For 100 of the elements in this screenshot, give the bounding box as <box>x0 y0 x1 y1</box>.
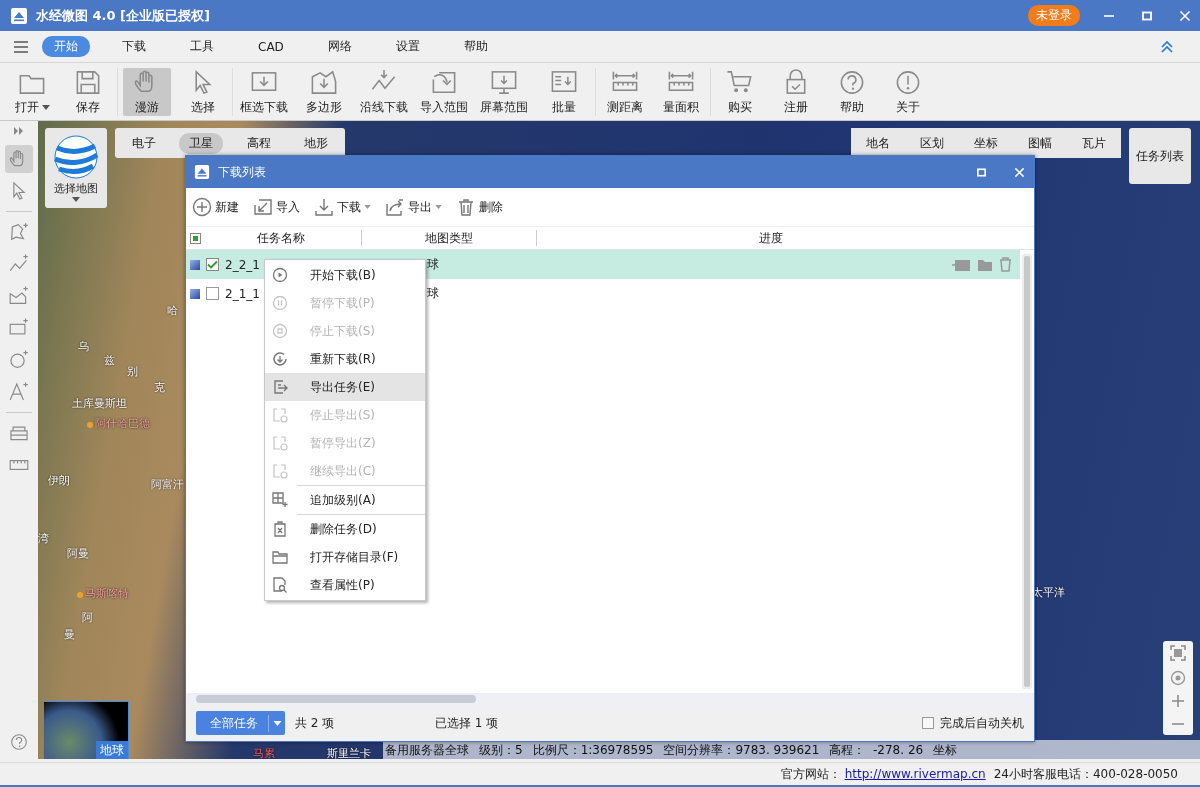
redownload-icon <box>272 351 288 367</box>
polygon-add-icon <box>8 221 30 243</box>
app-logo-icon <box>194 164 210 180</box>
auto-shutdown-checkbox[interactable] <box>922 717 934 729</box>
stop-circle-icon <box>272 323 288 339</box>
task-list-button[interactable]: 任务列表 <box>1129 128 1191 184</box>
toolbar-button[interactable]: 导入范围 <box>418 67 470 116</box>
close-icon <box>1179 9 1191 22</box>
dialog-toolbar-button[interactable]: 新建 <box>192 194 239 220</box>
menu-tab[interactable]: 工具 <box>178 36 226 57</box>
menu-tab[interactable]: CAD <box>246 37 296 56</box>
toolbar-button[interactable]: 帮助 <box>828 67 876 116</box>
status-text: 高程： -278. 26 <box>829 741 924 759</box>
trash-icon[interactable] <box>999 257 1012 272</box>
checkbox-label: 完成后自动关机 <box>940 714 1024 732</box>
locate-icon[interactable] <box>1170 669 1186 686</box>
row-checkbox[interactable] <box>206 258 219 271</box>
menu-tab[interactable]: 帮助 <box>451 36 500 57</box>
context-menu-item[interactable]: 打开存储目录(F) <box>265 543 425 571</box>
map-overlay-tab[interactable]: 瓦片 <box>1082 134 1106 152</box>
toolbar-button[interactable]: 屏幕范围 <box>478 67 530 116</box>
capital-dot-icon <box>87 422 93 428</box>
play-circle-icon <box>272 267 288 283</box>
toolbar-button[interactable]: 选择 <box>179 67 227 116</box>
app-logo-icon <box>10 6 28 25</box>
export-image-icon[interactable] <box>951 257 971 272</box>
text-add-icon <box>8 381 30 403</box>
export-stop-icon <box>272 407 288 423</box>
dialog-toolbar-button[interactable]: 下载 <box>314 194 371 220</box>
circle-add-icon <box>8 349 30 371</box>
menu-tab[interactable]: 开始 <box>42 36 90 57</box>
map-layer-tab[interactable]: 电子 <box>121 132 166 154</box>
column-header[interactable]: 地图类型 <box>362 230 537 246</box>
website-link[interactable]: http://www.rivermap.cn <box>844 767 986 781</box>
dialog-toolbar-button[interactable]: 导入 <box>253 194 300 220</box>
pause-circle-icon <box>272 295 288 311</box>
map-label: 阿什哈巴德 <box>95 416 150 431</box>
map-layer-tab[interactable]: 高程 <box>236 132 281 154</box>
minimap-label: 地球 <box>96 741 128 759</box>
map-label: 曼 <box>64 627 75 642</box>
context-menu-item[interactable]: 导出任务(E) <box>265 373 425 401</box>
map-label: 斯里兰卡 <box>327 746 371 759</box>
support-phone: 24小时客服电话：400-028-0050 <box>993 765 1178 783</box>
dialog-toolbar-button[interactable]: 导出 <box>385 194 442 220</box>
collapse-ribbon-icon[interactable] <box>1160 39 1174 54</box>
column-header[interactable]: 进度 <box>537 230 1004 246</box>
menu-tab[interactable]: 网络 <box>315 36 364 57</box>
toolbar-button[interactable]: 框选下载 <box>238 67 290 116</box>
expand-icon[interactable] <box>14 127 24 135</box>
toolbar-button[interactable]: 购买 <box>716 67 764 116</box>
caret-icon <box>272 720 282 726</box>
toolbar-button[interactable]: 漫游 <box>123 67 171 116</box>
context-menu-item[interactable]: 查看属性(P) <box>265 571 425 599</box>
map-label: 马斯喀特 <box>85 586 129 601</box>
select-all-checkbox[interactable] <box>190 232 201 244</box>
zoom-in-icon[interactable] <box>1171 694 1185 709</box>
vertical-scrollbar[interactable] <box>1022 254 1032 689</box>
choose-map-button[interactable]: 选择地图 <box>45 128 107 208</box>
row-checkbox[interactable] <box>206 287 219 300</box>
map-overlay-tab[interactable]: 区划 <box>920 134 944 152</box>
map-overlay-tab[interactable]: 地名 <box>866 134 890 152</box>
folder-icon[interactable] <box>977 257 993 272</box>
delete-task-icon <box>272 521 288 537</box>
map-layer-tab[interactable]: 地形 <box>294 132 339 154</box>
toolbar-button[interactable]: 测距离 <box>601 67 649 116</box>
check-icon <box>207 260 218 269</box>
help-icon[interactable] <box>9 732 29 752</box>
close-icon <box>1013 166 1025 178</box>
task-filter-dropdown[interactable]: 全部任务 <box>196 711 285 735</box>
table-cell[interactable]: 2_1_1 <box>225 286 265 301</box>
context-menu-item[interactable]: 删除任务(D) <box>265 515 425 543</box>
status-text: 空间分辨率：9783. 939621 <box>663 741 820 759</box>
toolbar-button[interactable]: 关于 <box>884 67 932 116</box>
toolbar-button[interactable]: 沿线下载 <box>358 67 410 116</box>
toolbar-button[interactable]: 量面积 <box>657 67 705 116</box>
column-header[interactable]: 任务名称 <box>201 230 362 246</box>
caret-icon <box>72 197 80 202</box>
menu-tab[interactable]: 下载 <box>110 36 158 57</box>
globe-icon <box>53 134 99 180</box>
menu-tab[interactable]: 设置 <box>383 36 432 57</box>
toolbar-button[interactable]: 注册 <box>772 67 820 116</box>
status-text: 比例尺：1:36978595 <box>532 741 654 759</box>
toolbar-button[interactable]: 批量 <box>538 67 590 116</box>
toolbar-button[interactable]: 打开 <box>8 67 56 116</box>
map-label: 土库曼斯坦 <box>72 396 127 411</box>
area-add-icon <box>8 285 30 307</box>
context-menu-item[interactable]: 追加级别(A) <box>265 486 425 514</box>
map-layer-tab[interactable]: 卫星 <box>179 132 224 154</box>
horizontal-scrollbar[interactable] <box>186 693 1034 705</box>
dialog-toolbar-button[interactable]: 删除 <box>456 194 503 220</box>
map-overlay-tab[interactable]: 图幅 <box>1028 134 1052 152</box>
fullscreen-icon[interactable] <box>1170 645 1186 662</box>
map-tool-button[interactable] <box>5 145 33 173</box>
map-label: 克 <box>154 380 165 395</box>
context-menu-item[interactable]: 重新下载(R) <box>265 345 425 373</box>
map-overlay-tab[interactable]: 坐标 <box>974 134 998 152</box>
export-document-icon <box>272 379 288 395</box>
toolbar-button[interactable]: 保存 <box>64 67 112 116</box>
globe-thumbnail-placeholder[interactable]: 地球 <box>43 701 129 759</box>
toolbar-button[interactable]: 多边形 <box>298 67 350 116</box>
